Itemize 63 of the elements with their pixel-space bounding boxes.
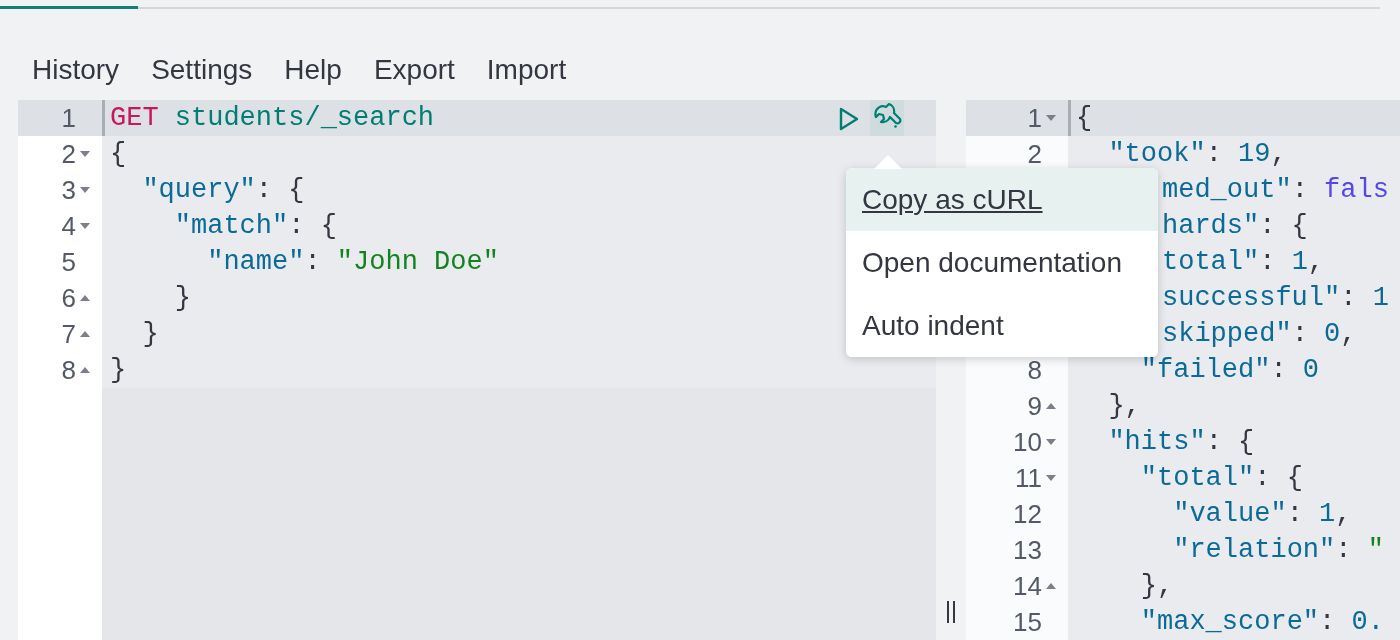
resize-handle-icon[interactable] [946,600,956,624]
line-number: 4 [61,210,76,242]
menu-link[interactable]: Help [272,50,354,90]
code-line: "name": "John Doe" [206,247,499,277]
line-number: 9 [1027,390,1042,422]
code-line: "failed": 0 [1139,355,1320,385]
code-line: skipped": 0, [1162,319,1357,349]
menu-item[interactable]: Auto indent [846,294,1158,357]
line-number: 15 [1013,606,1042,638]
line-number: 3 [61,174,76,206]
caret-up-icon[interactable] [80,295,90,301]
line-number: 7 [61,318,76,350]
code-line: "hits": { [1107,427,1255,457]
line-number: 11 [1015,462,1042,494]
code-line: "took": 19, [1107,139,1287,169]
caret-up-icon[interactable] [1046,583,1056,589]
line-number: 2 [61,138,76,170]
caret-down-icon[interactable] [80,223,90,229]
line-number: 13 [1013,534,1042,566]
caret-down-icon[interactable] [1046,439,1056,445]
menu-link[interactable]: Settings [139,50,265,90]
play-icon[interactable] [838,106,860,132]
line-number: 1 [1027,102,1042,134]
code-line: "relation": " [1172,535,1384,565]
caret-up-icon[interactable] [80,331,90,337]
code-line: } [173,283,191,313]
code-line: "match": { [173,211,337,241]
code-line: med_out": fals [1162,175,1389,205]
code-line: }, [1139,571,1174,601]
menu-item[interactable]: Open documentation [846,231,1158,294]
caret-up-icon[interactable] [1046,403,1056,409]
line-number: 5 [61,246,76,278]
line-number: 8 [1027,354,1042,386]
code-line: }, [1107,391,1141,421]
menu-item[interactable]: Copy as cURL [846,168,1158,231]
menu-link[interactable]: Import [474,50,579,90]
code-line: successful": 1 [1162,283,1389,313]
code-line: "max_score": 0. [1139,607,1384,637]
line-number: 1 [61,102,76,134]
caret-down-icon[interactable] [1046,115,1056,121]
code-line: total": 1, [1162,247,1325,277]
caret-down-icon[interactable] [80,151,90,157]
line-number: 6 [61,282,76,314]
menu-link[interactable]: Export [361,50,467,90]
wrench-button[interactable] [870,100,904,136]
caret-down-icon[interactable] [1046,475,1056,481]
line-number: 2 [1027,138,1042,170]
code-line: "total": { [1139,463,1303,493]
code-line: GET students/_search [110,103,435,133]
line-number: 8 [61,354,76,386]
code-line: "query": { [141,175,305,205]
code-line: hards": { [1162,211,1308,241]
caret-up-icon[interactable] [80,367,90,373]
code-line: { [110,139,127,169]
code-line: } [141,319,159,349]
line-number: 12 [1013,498,1042,530]
code-line: { [1076,103,1093,133]
menu-link[interactable]: History [20,50,132,90]
line-number: 14 [1013,570,1042,602]
code-line: "value": 1, [1172,499,1352,529]
line-number: 10 [1013,426,1042,458]
caret-down-icon[interactable] [80,187,90,193]
code-line: } [110,355,127,385]
